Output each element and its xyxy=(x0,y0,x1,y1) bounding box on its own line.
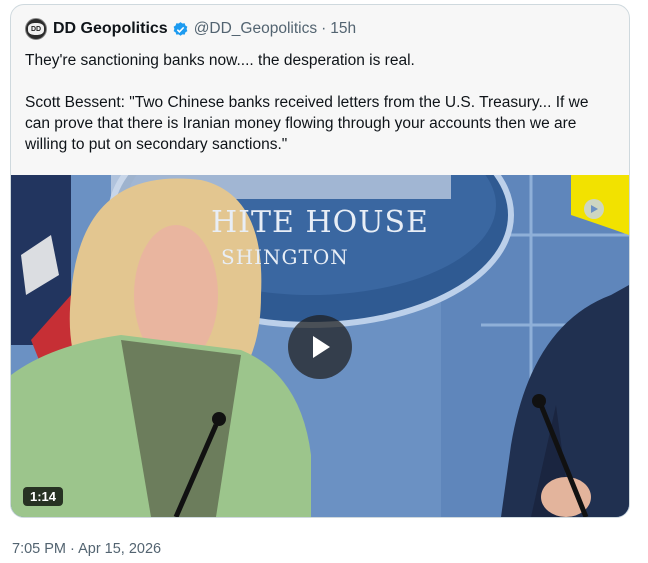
tweet-card[interactable]: DD DD Geopolitics @DD_Geopolitics · 15h … xyxy=(10,4,630,518)
meta-separator: · xyxy=(321,20,327,37)
tweet-text: They're sanctioning banks now.... the de… xyxy=(25,50,617,155)
avatar-logo: DD xyxy=(28,23,44,35)
display-name[interactable]: DD Geopolitics xyxy=(53,20,168,38)
speech-bubble-icon xyxy=(584,199,604,219)
tweet-age[interactable]: 15h xyxy=(330,20,356,38)
backdrop-lettering-secondary: SHINGTON xyxy=(221,245,349,269)
tweet-quote: Scott Bessent: "Two Chinese banks receiv… xyxy=(25,94,589,153)
verified-badge-icon xyxy=(173,21,188,36)
video-duration: 1:14 xyxy=(23,487,64,506)
tweet-body-line: They're sanctioning banks now.... the de… xyxy=(25,52,415,69)
play-button[interactable] xyxy=(288,315,352,379)
video-player[interactable]: HITE HOUSE SHINGTON 1:14 xyxy=(11,175,629,517)
handle[interactable]: @DD_Geopolitics xyxy=(194,20,317,38)
avatar[interactable]: DD xyxy=(25,18,47,40)
tweet-timestamp[interactable]: 7:05 PM · Apr 15, 2026 xyxy=(12,541,161,557)
backdrop-lettering: HITE HOUSE xyxy=(211,205,429,240)
tweet-header: DD DD Geopolitics @DD_Geopolitics · 15h xyxy=(25,18,356,40)
play-icon xyxy=(313,336,330,358)
